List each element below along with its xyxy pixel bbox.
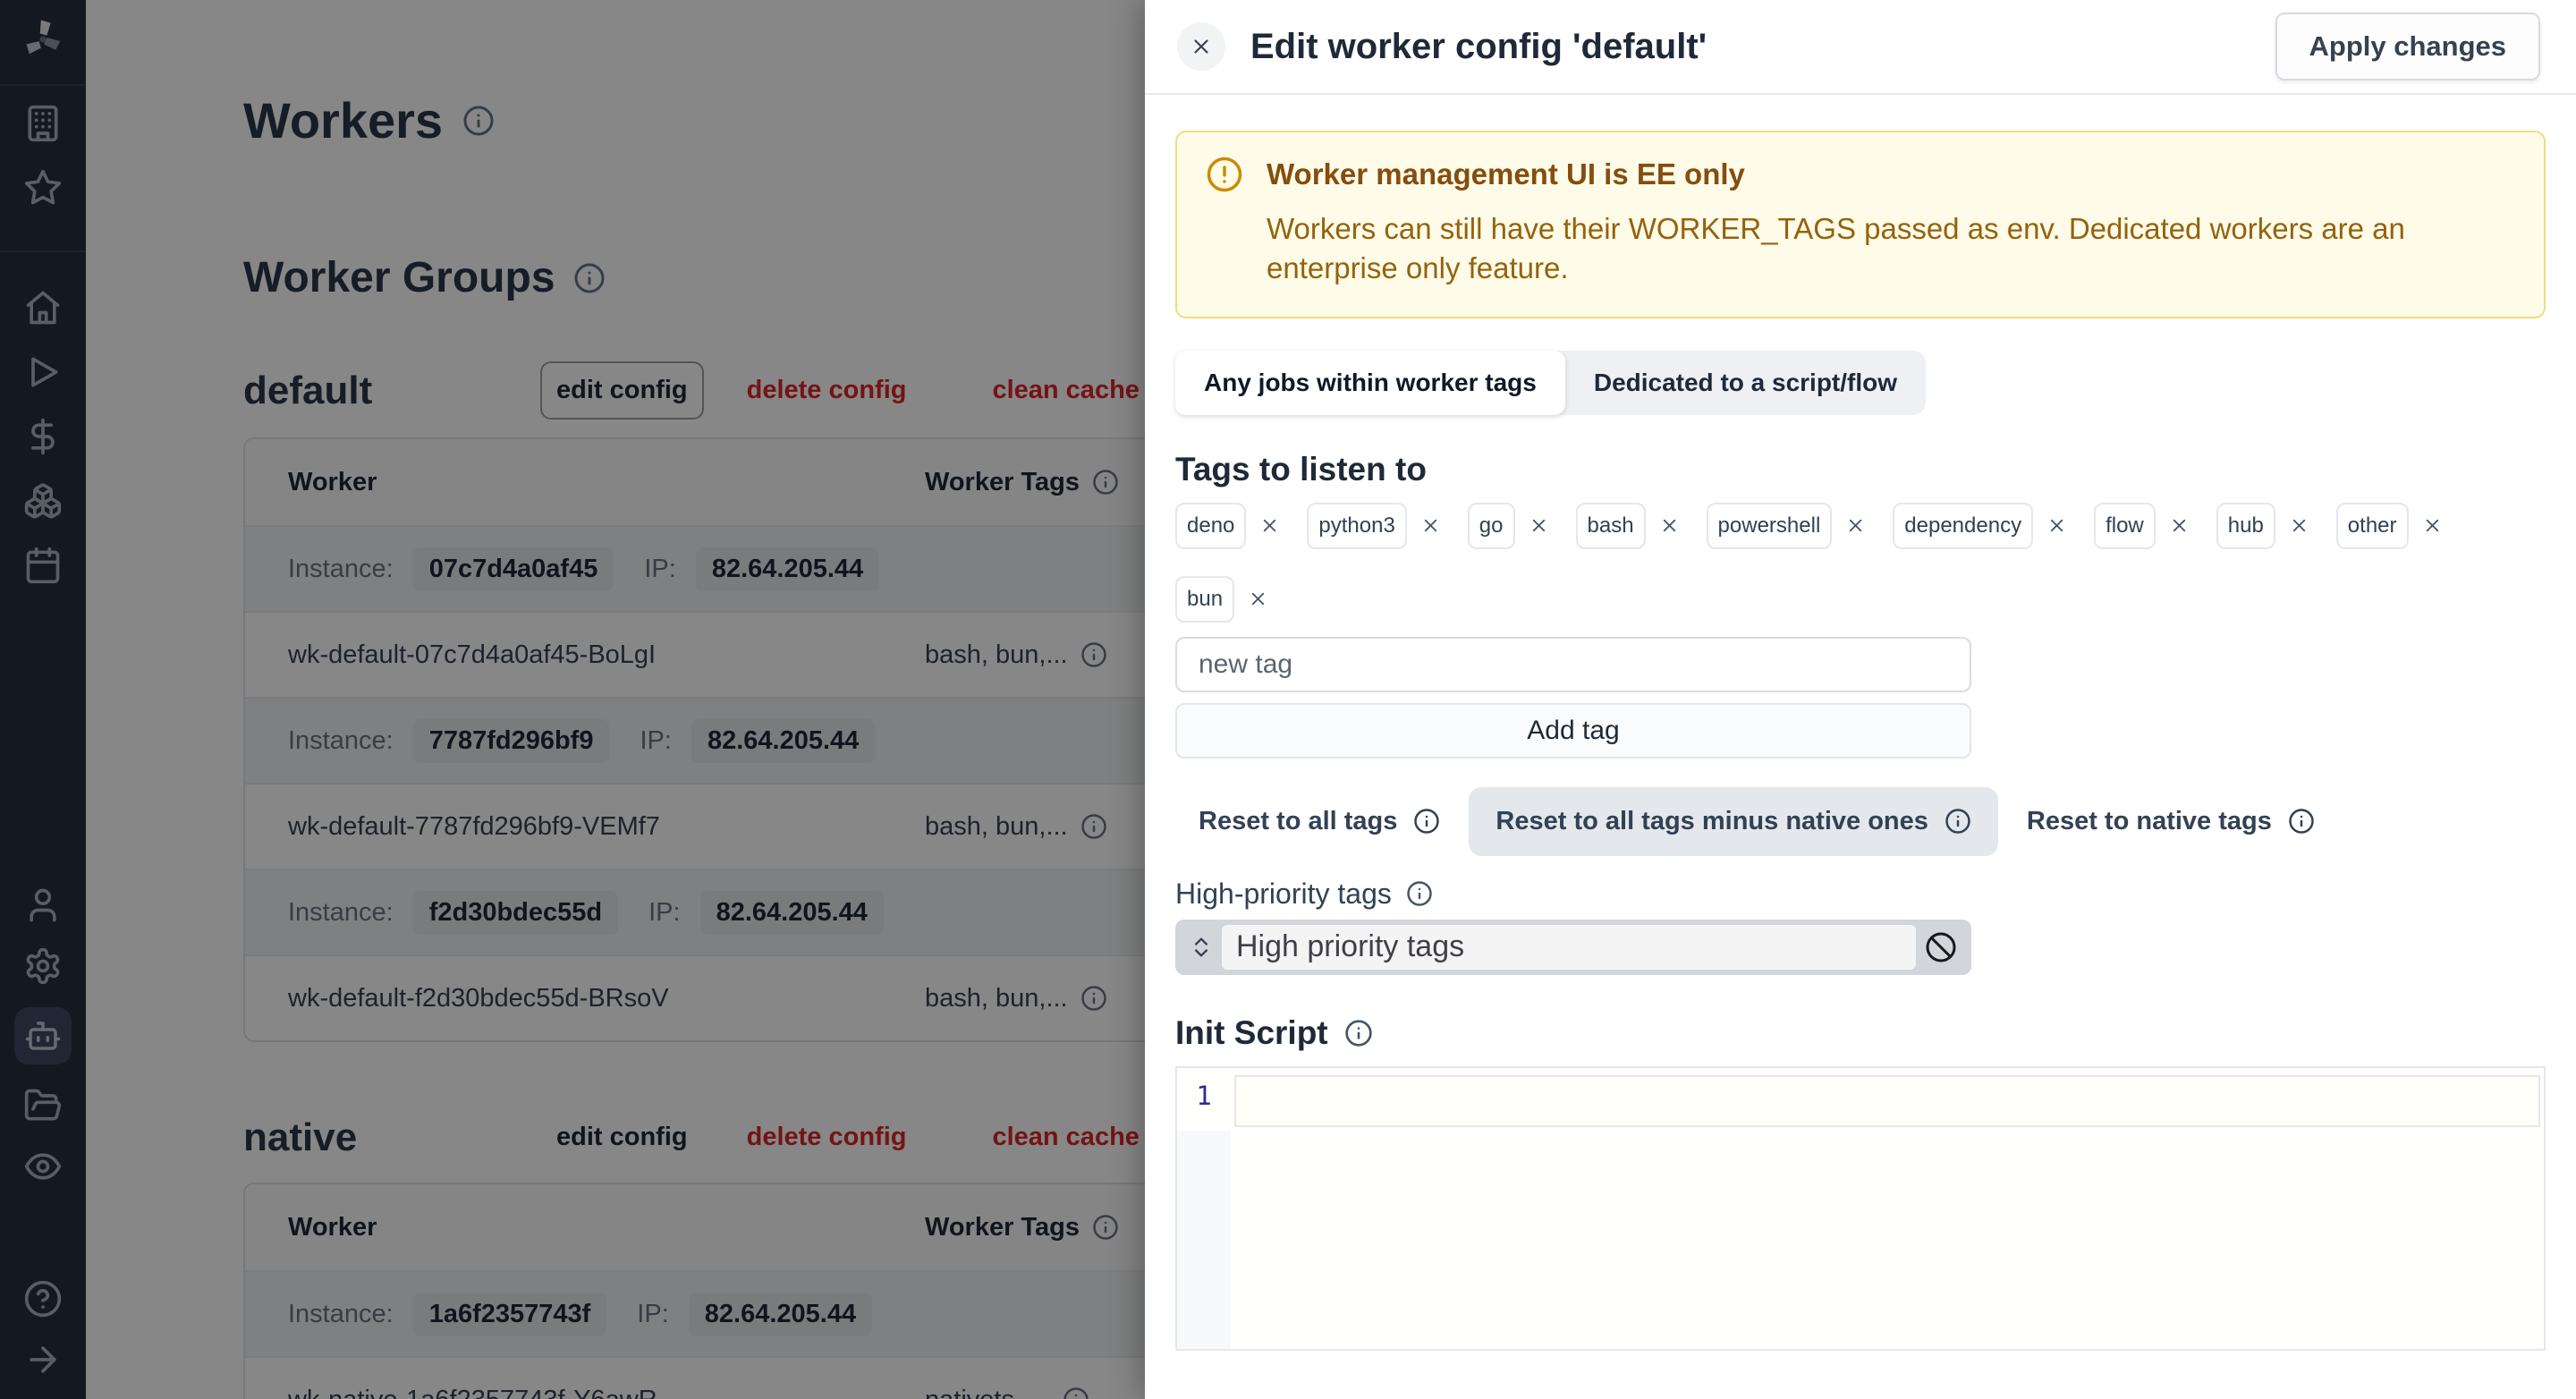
info-icon[interactable] <box>1344 1019 1373 1047</box>
remove-tag-icon[interactable] <box>2169 515 2190 536</box>
tag-item-deno: deno <box>1175 502 1280 549</box>
tag-item-python3: python3 <box>1307 502 1441 549</box>
editor-line-number: 1 <box>1177 1067 1231 1131</box>
editor-gutter: 1 <box>1177 1067 1231 1349</box>
apply-changes-button[interactable]: Apply changes <box>2275 13 2540 81</box>
tag-label: go <box>1467 502 1515 549</box>
drawer-header: Edit worker config 'default' Apply chang… <box>1145 0 2576 95</box>
tag-item-hub: hub <box>2216 502 2309 549</box>
high-priority-tags-field[interactable]: High priority tags <box>1222 924 1916 970</box>
chevrons-up-down-icon <box>1181 935 1222 960</box>
tag-label: dependency <box>1893 502 2034 549</box>
warning-body: Workers can still have their WORKER_TAGS… <box>1267 212 2405 284</box>
remove-tag-icon[interactable] <box>2422 515 2443 536</box>
tag-label: bash <box>1575 502 1646 549</box>
warning-title: Worker management UI is EE only <box>1267 157 1745 191</box>
tag-item-dependency: dependency <box>1893 502 2067 549</box>
drawer-body: Worker management UI is EE only Workers … <box>1145 95 2576 1351</box>
close-icon <box>1190 35 1213 58</box>
init-script-title: Init Script <box>1175 1014 2546 1052</box>
remove-tag-icon[interactable] <box>1529 515 1549 536</box>
high-priority-tags-placeholder: High priority tags <box>1236 929 1465 964</box>
tag-item-flow: flow <box>2094 502 2190 549</box>
tag-item-other: other <box>2335 502 2443 549</box>
tag-item-bun: bun <box>1175 575 1268 623</box>
tag-label: hub <box>2216 502 2275 549</box>
alert-circle-icon <box>1206 156 1243 193</box>
high-priority-tags-label: High-priority tags <box>1175 878 2546 911</box>
tag-label: other <box>2335 502 2409 549</box>
worker-mode-tabs: Any jobs within worker tags Dedicated to … <box>1175 350 1927 415</box>
ee-only-warning: Worker management UI is EE only Workers … <box>1175 131 2546 318</box>
editor-code-area[interactable] <box>1231 1067 2544 1349</box>
mode-tab-dedicated[interactable]: Dedicated to a script/flow <box>1565 351 1926 415</box>
tag-label: bun <box>1175 575 1235 623</box>
info-icon[interactable] <box>1406 880 1433 907</box>
remove-tag-icon[interactable] <box>2289 515 2309 536</box>
tag-item-go: go <box>1467 502 1549 549</box>
tag-label: powershell <box>1706 502 1833 549</box>
tag-item-bash: bash <box>1575 502 1680 549</box>
remove-tag-icon[interactable] <box>1420 515 1441 536</box>
tags-list: deno python3 go bash powershell dependency flo… <box>1175 502 2546 623</box>
high-priority-tags-label-text: High-priority tags <box>1175 877 1392 910</box>
app-root: Workers Worker Groups default edit config… <box>0 0 2576 1399</box>
reset-button[interactable]: Reset to all tags <box>1175 787 1463 856</box>
reset-button[interactable]: Reset to all tags minus native ones <box>1469 786 1998 856</box>
tag-label: python3 <box>1307 502 1407 549</box>
reset-button[interactable]: Reset to native tags <box>2004 787 2338 856</box>
tag-label: deno <box>1175 502 1247 549</box>
tag-item-powershell: powershell <box>1706 502 1867 549</box>
info-icon <box>1413 808 1440 835</box>
editor-active-line <box>1234 1074 2540 1127</box>
info-icon <box>2288 808 2315 835</box>
drawer-title: Edit worker config 'default' <box>1250 26 1707 66</box>
add-tag-button[interactable]: Add tag <box>1175 702 1971 759</box>
high-priority-tags-select[interactable]: High priority tags <box>1175 919 1971 975</box>
tag-label: flow <box>2094 502 2156 549</box>
remove-tag-icon[interactable] <box>1248 589 1268 609</box>
remove-tag-icon[interactable] <box>2046 515 2067 536</box>
init-script-title-text: Init Script <box>1175 1013 1328 1051</box>
reset-buttons-row: Reset to all tags Reset to all tags minus… <box>1175 786 2546 856</box>
remove-tag-icon[interactable] <box>1659 515 1680 536</box>
init-script-editor[interactable]: 1 <box>1175 1065 2546 1351</box>
mode-tab-any-jobs[interactable]: Any jobs within worker tags <box>1175 350 1565 415</box>
info-icon <box>1945 808 1971 835</box>
close-drawer-button[interactable] <box>1177 22 1225 71</box>
remove-tag-icon[interactable] <box>1845 515 1866 536</box>
remove-tag-icon[interactable] <box>1259 515 1280 536</box>
disabled-clear-icon[interactable] <box>1916 931 1966 963</box>
tags-to-listen-title: Tags to listen to <box>1175 450 1427 488</box>
edit-worker-config-drawer: Edit worker config 'default' Apply chang… <box>1145 0 2576 1399</box>
new-tag-input[interactable] <box>1175 636 1971 692</box>
